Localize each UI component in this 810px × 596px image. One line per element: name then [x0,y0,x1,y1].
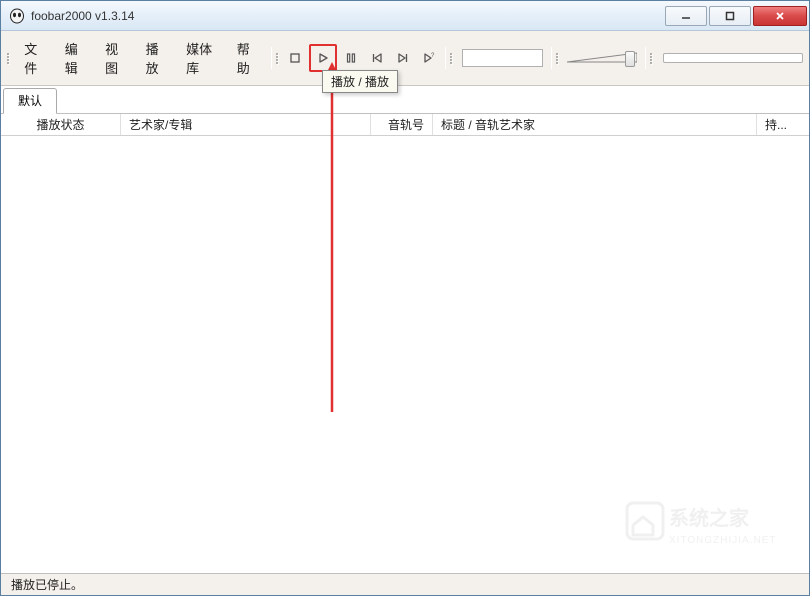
toolbar-separator [445,47,446,69]
minimize-button[interactable] [665,6,707,26]
play-button[interactable] [309,44,337,72]
toolbar-grip[interactable] [556,46,561,70]
tooltip: 播放 / 播放 [322,70,398,93]
toolbar-grip[interactable] [7,46,12,70]
svg-text:XITONGZHIJIA.NET: XITONGZHIJIA.NET [669,535,777,546]
menu-playback[interactable]: 播放 [136,35,176,81]
watermark: 系统之家 XITONGZHIJIA.NET [625,493,805,553]
menu-help[interactable]: 帮助 [227,35,267,81]
previous-button[interactable] [365,46,389,70]
volume-slider[interactable] [567,49,637,67]
app-icon [9,8,25,24]
column-play-state[interactable]: 播放状态 [1,114,121,135]
random-button[interactable]: ? [417,46,441,70]
volume-handle[interactable] [625,51,635,67]
pause-button[interactable] [339,46,363,70]
svg-text:系统之家: 系统之家 [669,506,750,530]
svg-text:?: ? [431,53,435,59]
menu-view[interactable]: 视图 [95,35,135,81]
seekbar[interactable] [462,49,543,67]
status-text: 播放已停止。 [11,576,83,593]
toolbar-separator [645,47,646,69]
column-artist-album[interactable]: 艺术家/专辑 [121,114,371,135]
playback-controls: ? [283,44,441,72]
next-button[interactable] [391,46,415,70]
menu-bar: 文件 编辑 视图 播放 媒体库 帮助 [14,35,267,81]
window-controls [663,6,807,26]
tab-default[interactable]: 默认 [3,88,57,114]
maximize-button[interactable] [709,6,751,26]
menu-library[interactable]: 媒体库 [176,35,227,81]
statusbar: 播放已停止。 [1,573,809,595]
tab-strip: 默认 [1,86,809,114]
column-title[interactable]: 标题 / 音轨艺术家 [433,114,757,135]
window-title: foobar2000 v1.3.14 [31,9,663,23]
column-duration[interactable]: 持... [757,114,809,135]
titlebar: foobar2000 v1.3.14 [1,1,809,31]
progress-bar[interactable] [663,53,803,63]
toolbar-separator [271,47,272,69]
toolbar-separator [551,47,552,69]
toolbar-grip[interactable] [276,46,281,70]
menu-edit[interactable]: 编辑 [55,35,95,81]
column-track-number[interactable]: 音轨号 [371,114,433,135]
playlist-header: 播放状态 艺术家/专辑 音轨号 标题 / 音轨艺术家 持... [1,114,809,136]
menu-file[interactable]: 文件 [14,35,54,81]
stop-button[interactable] [283,46,307,70]
toolbar: 文件 编辑 视图 播放 媒体库 帮助 [1,31,809,86]
playlist-body[interactable]: 系统之家 XITONGZHIJIA.NET [1,136,809,573]
close-button[interactable] [753,6,807,26]
app-window: foobar2000 v1.3.14 文件 编辑 视图 播放 媒体库 帮助 [0,0,810,596]
toolbar-grip[interactable] [650,46,655,70]
toolbar-grip[interactable] [450,46,455,70]
